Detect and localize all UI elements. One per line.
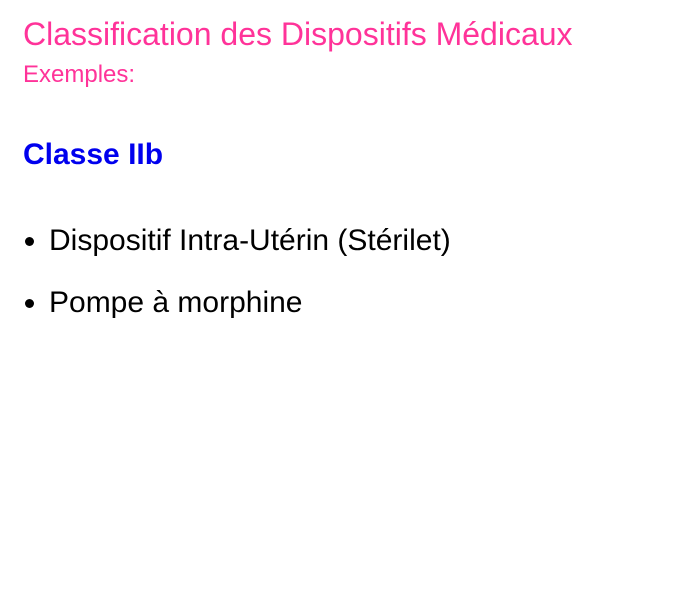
list-item: Dispositif Intra-Utérin (Stérilet): [23, 222, 451, 260]
bullet-dot-icon: [25, 236, 34, 246]
examples-list: Dispositif Intra-Utérin (Stérilet) Pompe…: [23, 222, 451, 346]
list-item-text: Dispositif Intra-Utérin (Stérilet): [49, 224, 451, 257]
list-item-text: Pompe à morphine: [49, 286, 303, 319]
list-item: Pompe à morphine: [23, 284, 451, 322]
bullet-dot-icon: [25, 298, 34, 308]
slide: Classification des Dispositifs Médicaux …: [0, 0, 675, 592]
class-heading: Classe IIb: [23, 138, 164, 171]
slide-subtitle: Exemples:: [23, 61, 136, 88]
slide-title: Classification des Dispositifs Médicaux: [23, 16, 573, 52]
